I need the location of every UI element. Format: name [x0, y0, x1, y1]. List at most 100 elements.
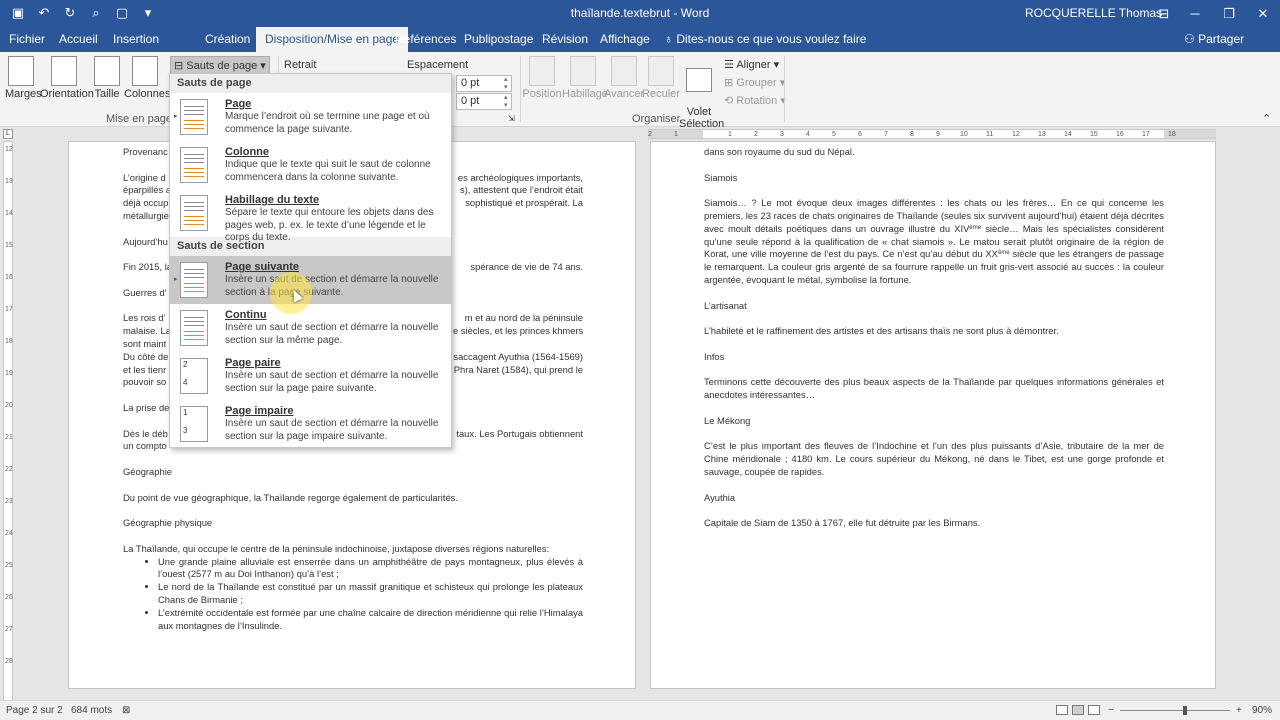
heading-geographie-physique: Géographie physique: [123, 517, 213, 529]
position-button[interactable]: Position: [522, 56, 562, 100]
read-mode-icon[interactable]: [1056, 705, 1068, 715]
pointer-marker-icon: ▸: [174, 113, 178, 120]
group-separator: [520, 56, 521, 122]
send-backward-icon: [648, 56, 674, 86]
tab-fichier[interactable]: Fichier: [0, 27, 54, 52]
rotate-icon: ⟲: [724, 95, 737, 107]
page-break-icon: [180, 99, 208, 135]
group-button[interactable]: ⊞ Grouper ▾: [724, 76, 785, 89]
tab-revision[interactable]: Révision: [533, 27, 597, 52]
menu-item-odd-page[interactable]: 1 3 Page impaire Insère un saut de secti…: [170, 400, 451, 448]
column-break-icon: [180, 147, 208, 183]
group-icon: ⊞: [724, 77, 737, 89]
breaks-icon: ⊟: [174, 60, 187, 72]
heading-geographie: Géographie: [123, 466, 172, 477]
align-icon: ☰: [724, 59, 737, 71]
lightbulb-icon: ♁: [664, 32, 677, 46]
bring-forward-button[interactable]: Avancer: [604, 56, 644, 100]
group-label-page-setup: Mise en page: [106, 113, 173, 125]
minimize-icon[interactable]: ─: [1178, 0, 1212, 27]
window-controls: ⊟ ─ ❐ ✕: [1150, 0, 1280, 27]
margins-button[interactable]: Marges: [5, 56, 42, 100]
tab-creation[interactable]: Création: [196, 27, 259, 52]
zoom-level[interactable]: 90%: [1252, 705, 1272, 716]
document-page-2[interactable]: dans son royaume du sud du Népal. Siamoi…: [650, 141, 1216, 689]
heading-siamois: Siamois: [704, 171, 738, 183]
close-icon[interactable]: ✕: [1246, 0, 1280, 27]
tab-affichage[interactable]: Affichage: [591, 27, 659, 52]
list-item: L’extrémité occidentale est formée par u…: [158, 607, 583, 633]
zoom-out-button[interactable]: −: [1108, 705, 1114, 716]
page1-geography: Géographie Du point de vue géographique,…: [123, 466, 583, 632]
rotate-button[interactable]: ⟲ Rotation ▾: [724, 94, 786, 107]
tab-accueil[interactable]: Accueil: [50, 27, 107, 52]
zoom-slider[interactable]: [1120, 710, 1230, 711]
vertical-ruler[interactable]: 12 13 14 15 16 17 18 19 20 21 22 23 24 2…: [3, 141, 13, 701]
share-button[interactable]: ⚇ Partager: [1184, 27, 1244, 52]
print-layout-icon[interactable]: [1072, 705, 1084, 715]
word-count[interactable]: 684 mots: [71, 705, 112, 716]
list-item: Le nord de la Thaïlande est constitué pa…: [158, 581, 583, 607]
web-layout-icon[interactable]: [1088, 705, 1100, 715]
zoom-in-button[interactable]: +: [1236, 705, 1242, 716]
text-wrapping-break-icon: [180, 195, 208, 231]
tab-publipostage[interactable]: Publipostage: [455, 27, 542, 52]
user-name[interactable]: ROCQUERELLE Thomas: [1025, 6, 1162, 20]
continuous-section-icon: [180, 310, 208, 346]
paragraph-launcher-icon[interactable]: ⇲: [508, 114, 515, 123]
ribbon-display-icon[interactable]: ⊟: [1150, 0, 1178, 27]
tab-insertion[interactable]: Insertion: [104, 27, 168, 52]
heading-ayuthia: Ayuthia: [704, 491, 736, 503]
chevron-down-icon: ▾: [770, 59, 780, 71]
menu-item-even-page[interactable]: 2 4 Page paire Insère un saut de section…: [170, 352, 451, 400]
menu-item-page-break[interactable]: ▸ Page Marque l’endroit où se termine un…: [170, 93, 451, 141]
wrap-text-button[interactable]: Habillage: [562, 56, 608, 100]
menu-item-text-wrapping-break[interactable]: Habillage du texte Sépare le texte qui e…: [170, 189, 451, 243]
menu-item-continuous[interactable]: Continu Insère un saut de section et dém…: [170, 304, 451, 352]
page2-text: dans son royaume du sud du Népal. Siamoi…: [704, 146, 1164, 529]
heading-artisanat: L’artisanat: [704, 299, 747, 311]
page-count[interactable]: Page 2 sur 2: [6, 705, 63, 716]
bullet-list: Une grande plaine alluviale est enserrée…: [158, 556, 583, 633]
columns-icon: [132, 56, 158, 86]
page1-right-fragments: es archéologiques importants, s), attest…: [453, 171, 584, 439]
even-page-section-icon: 2 4: [180, 358, 208, 394]
group-label-arrange: Organiser: [632, 113, 681, 125]
bring-forward-icon: [611, 56, 637, 86]
spacing-before-input[interactable]: 0 pt: [456, 75, 512, 92]
columns-button[interactable]: Colonnes: [124, 56, 170, 100]
next-page-section-icon: [180, 262, 208, 298]
person-icon: ⚇: [1184, 32, 1199, 46]
pointer-marker-icon: ▸: [174, 276, 178, 283]
chevron-down-icon: ▾: [257, 60, 266, 72]
ribbon-tabs: Fichier Accueil Insertion Création Dispo…: [0, 27, 1280, 52]
position-icon: [529, 56, 555, 86]
margins-icon: [8, 56, 34, 86]
indent-label: Retrait: [284, 59, 317, 71]
orientation-icon: [51, 56, 77, 86]
menu-item-column-break[interactable]: Colonne Indique que le texte qui suit le…: [170, 141, 451, 189]
selection-pane-icon: [686, 68, 712, 92]
paragraph-siamois: Siamois… ? Le mot évoque deux images dif…: [704, 197, 1164, 285]
size-button[interactable]: Taille: [94, 56, 120, 100]
menu-header-page-breaks: Sauts de page: [170, 74, 451, 93]
tell-me-box[interactable]: ♁ Dites-nous ce que vous voulez faire: [664, 27, 866, 52]
page-size-icon: [94, 56, 120, 86]
restore-icon[interactable]: ❐: [1212, 0, 1246, 27]
wrap-text-icon: [570, 56, 596, 86]
heading-mekong: Le Mékong: [704, 414, 751, 426]
tab-references[interactable]: Références: [386, 27, 465, 52]
send-backward-button[interactable]: Reculer: [642, 56, 680, 100]
tab-selector[interactable]: L: [3, 129, 13, 139]
ruler-strip: 2 1 1 2 3 4 5 6 7 8 9 10 11 12 13 14 15 …: [648, 129, 1216, 139]
collapse-ribbon-icon[interactable]: ⌃: [1262, 112, 1271, 125]
zoom-slider-thumb[interactable]: [1183, 706, 1187, 715]
orientation-button[interactable]: Orientation: [40, 56, 94, 100]
spacing-after-input[interactable]: 0 pt: [456, 93, 512, 110]
odd-page-section-icon: 1 3: [180, 406, 208, 442]
align-button[interactable]: ☰ Aligner ▾: [724, 58, 779, 71]
title-bar: ▣ ↶ ↻ ⌕ ▢ ▾ thaïlande.textebrut - Word R…: [0, 0, 1280, 27]
breaks-dropdown-menu: Sauts de page ▸ Page Marque l’endroit où…: [169, 73, 452, 448]
proofing-icon[interactable]: ⊠: [122, 705, 130, 716]
group-separator: [784, 56, 785, 122]
